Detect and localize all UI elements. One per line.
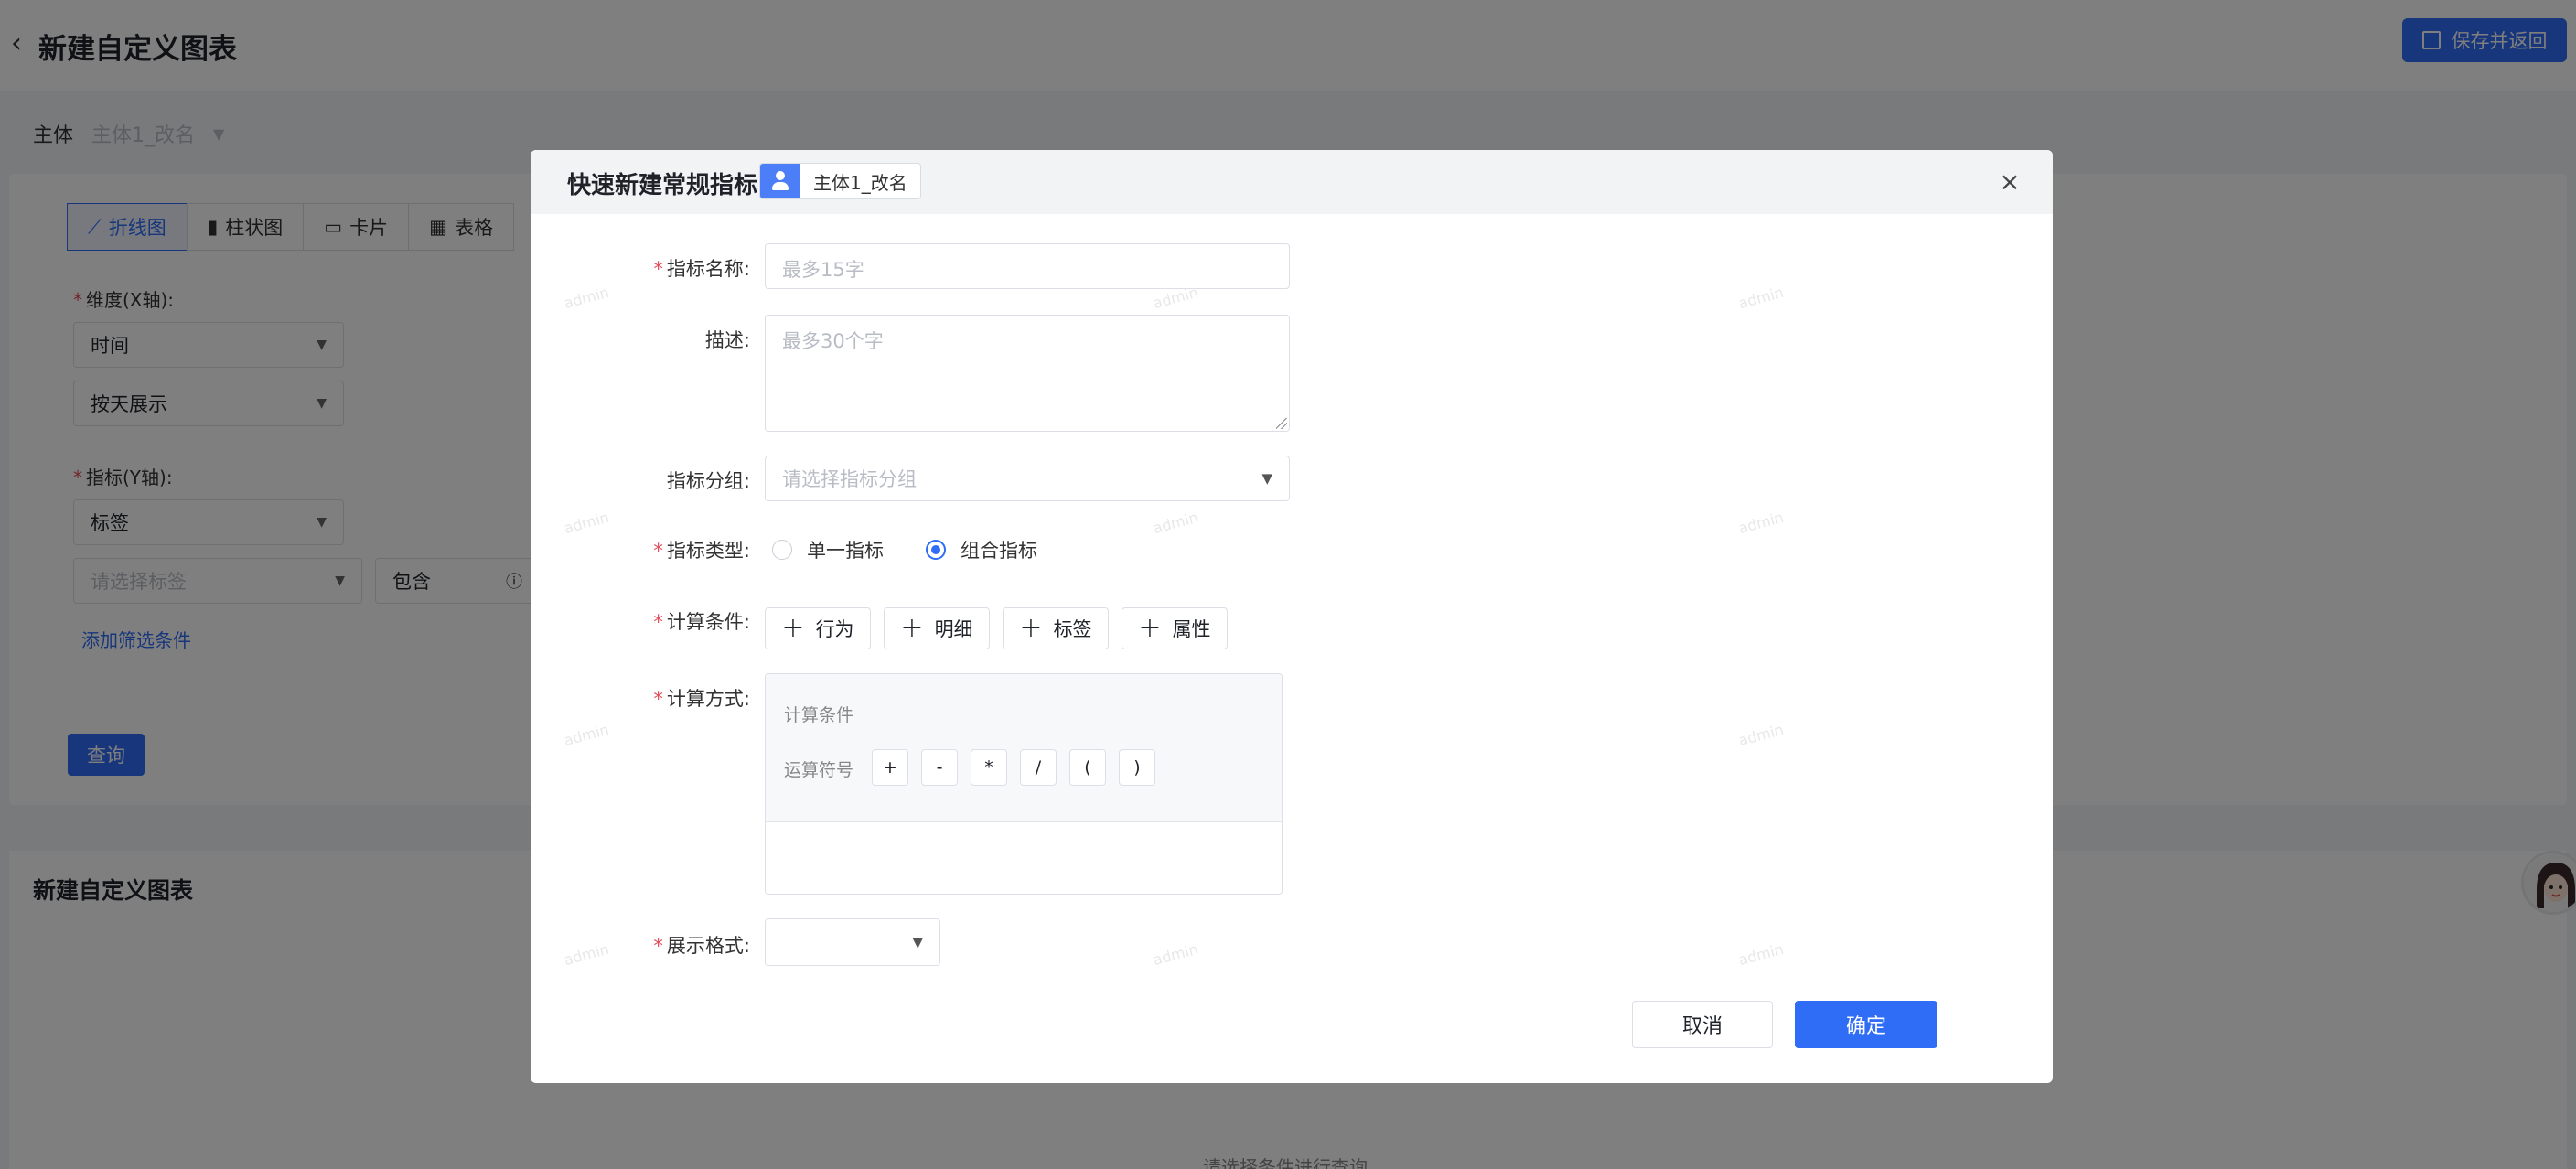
condition-button-group: + 行为 + 明细 + 标签 + 属性 xyxy=(765,607,1228,649)
metric-type-label: * 指标类型: xyxy=(653,540,750,562)
watermark: admin xyxy=(562,720,611,750)
metric-group-select[interactable]: 请选择指标分组 ▼ xyxy=(765,456,1290,501)
operator-minus-button[interactable]: - xyxy=(921,749,958,786)
radio-unchecked-icon xyxy=(772,540,792,560)
radio-single-metric[interactable]: 单一指标 xyxy=(772,536,884,563)
watermark: admin xyxy=(1736,508,1786,538)
metric-name-input[interactable]: 最多15字 xyxy=(765,243,1290,289)
radio-checked-icon xyxy=(926,540,946,560)
subject-chip-label: 主体1_改名 xyxy=(813,171,907,194)
display-format-select[interactable]: ▼ xyxy=(765,918,940,966)
watermark: admin xyxy=(1151,508,1200,538)
quick-create-metric-dialog: 快速新建常规指标 主体1_改名 × admin admin admin admi… xyxy=(531,150,2053,1083)
person-icon xyxy=(760,164,800,198)
radio-label: 组合指标 xyxy=(961,540,1037,562)
display-format-label: * 展示格式: xyxy=(653,935,750,957)
dialog-header: 快速新建常规指标 主体1_改名 × xyxy=(531,150,2053,214)
calc-condition-text: 计算条件 xyxy=(784,705,854,725)
button-label: 标签 xyxy=(1053,618,1092,640)
confirm-button[interactable]: 确定 xyxy=(1795,1001,1937,1048)
calc-condition-label: * 计算条件: xyxy=(653,611,750,633)
operator-plus-button[interactable]: + xyxy=(872,749,908,786)
subject-chip: 主体1_改名 xyxy=(759,163,921,199)
add-tag-button[interactable]: + 标签 xyxy=(1003,607,1109,649)
watermark: admin xyxy=(562,283,611,313)
calc-method-editor: 计算条件 运算符号 + - * / ( ) xyxy=(765,673,1283,895)
cancel-button[interactable]: 取消 xyxy=(1632,1001,1773,1048)
button-label: 明细 xyxy=(934,618,973,640)
radio-composite-metric[interactable]: 组合指标 xyxy=(926,536,1037,563)
description-label: 描述: xyxy=(704,329,750,351)
add-detail-button[interactable]: + 明细 xyxy=(884,607,990,649)
add-attribute-button[interactable]: + 属性 xyxy=(1122,607,1228,649)
watermark: admin xyxy=(1736,283,1786,313)
metric-group-placeholder: 请选择指标分组 xyxy=(782,468,917,490)
watermark: admin xyxy=(562,508,611,538)
resize-handle-icon[interactable] xyxy=(1276,418,1287,429)
button-label: 行为 xyxy=(815,618,854,640)
operator-multiply-button[interactable]: * xyxy=(971,749,1007,786)
watermark: admin xyxy=(1736,939,1786,970)
radio-label: 单一指标 xyxy=(807,540,884,562)
caret-down-icon: ▼ xyxy=(912,934,923,950)
metric-type-radio-group: 单一指标 组合指标 xyxy=(772,536,1079,563)
formula-input-area[interactable] xyxy=(766,822,1282,894)
calc-toolbar: 计算条件 运算符号 + - * / ( ) xyxy=(766,674,1282,822)
operator-text: 运算符号 xyxy=(784,760,854,780)
button-label: 属性 xyxy=(1172,618,1211,640)
caret-down-icon: ▼ xyxy=(1261,470,1272,487)
plus-icon: + xyxy=(900,612,924,644)
plus-icon: + xyxy=(1019,612,1043,644)
plus-icon: + xyxy=(781,612,805,644)
add-behavior-button[interactable]: + 行为 xyxy=(765,607,871,649)
operator-right-paren-button[interactable]: ) xyxy=(1119,749,1155,786)
operator-divide-button[interactable]: / xyxy=(1020,749,1057,786)
close-icon[interactable]: × xyxy=(1996,168,2023,196)
watermark: admin xyxy=(1736,720,1786,750)
metric-group-label: 指标分组: xyxy=(666,470,750,492)
operator-button-group: + - * / ( ) xyxy=(872,749,1155,786)
calc-method-label: * 计算方式: xyxy=(653,688,750,710)
metric-name-placeholder: 最多15字 xyxy=(782,259,864,281)
metric-name-label: * 指标名称: xyxy=(653,258,750,280)
watermark: admin xyxy=(1151,939,1200,970)
description-textarea[interactable]: 最多30个字 xyxy=(765,315,1290,432)
plus-icon: + xyxy=(1138,612,1162,644)
description-placeholder: 最多30个字 xyxy=(782,330,884,352)
dialog-title: 快速新建常规指标 xyxy=(567,172,758,199)
operator-left-paren-button[interactable]: ( xyxy=(1069,749,1106,786)
